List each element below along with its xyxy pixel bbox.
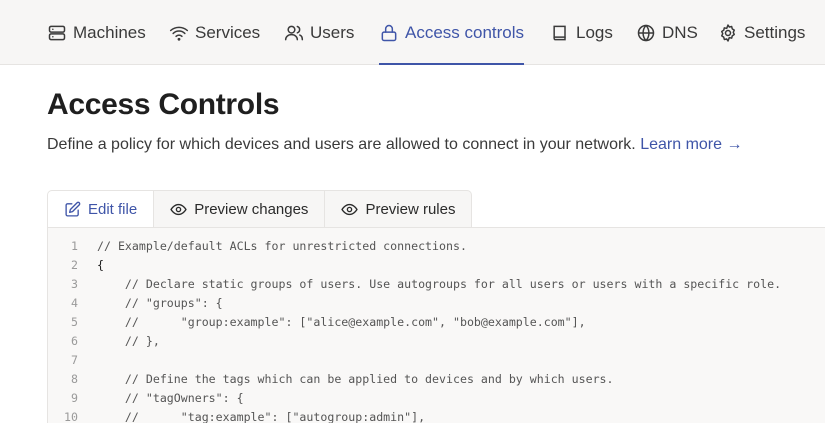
edit-icon xyxy=(65,201,81,217)
code-text: // "tag:example": ["autogroup:admin"], xyxy=(97,409,426,423)
line-number: 1 xyxy=(71,238,78,253)
code-text: // Declare static groups of users. Use a… xyxy=(97,276,782,291)
code-line: 9 // "tagOwners": { xyxy=(48,388,244,407)
globe-icon xyxy=(637,23,655,42)
learn-more-link[interactable]: Learn more → xyxy=(640,136,742,153)
tab-preview-changes[interactable]: Preview changes xyxy=(154,190,326,228)
code-line: 8 // Define the tags which can be applie… xyxy=(48,369,614,388)
code-line: 1 // Example/default ACLs for unrestricte… xyxy=(48,236,467,255)
code-line: 6 // }, xyxy=(48,331,160,350)
nav-logs-label: Logs xyxy=(576,22,613,42)
users-icon xyxy=(284,25,304,40)
book-icon xyxy=(553,25,566,40)
code-text: { xyxy=(97,257,104,272)
nav-machines[interactable]: Machines xyxy=(47,0,146,65)
nav-users[interactable]: Users xyxy=(284,0,354,65)
code-text: // }, xyxy=(97,333,160,348)
nav-logs[interactable]: Logs xyxy=(550,0,613,65)
code-text: // "group:example": ["alice@example.com"… xyxy=(97,314,586,329)
code-text: // "groups": { xyxy=(97,295,223,310)
code-text: // Example/default ACLs for unrestricted… xyxy=(97,238,467,253)
code-line: 7 xyxy=(48,350,78,369)
nav-access-controls-label: Access controls xyxy=(405,22,525,42)
line-number: 4 xyxy=(71,295,78,310)
line-number: 10 xyxy=(64,409,78,423)
server-icon xyxy=(48,25,66,40)
nav-services-label: Services xyxy=(195,22,261,42)
eye-icon xyxy=(341,203,359,215)
top-nav: Machines Services Users Access controls … xyxy=(0,0,825,65)
line-number: 2 xyxy=(71,257,78,272)
tab-preview-changes-label: Preview changes xyxy=(194,200,309,218)
code-text: // Define the tags which can be applied … xyxy=(97,371,614,386)
nav-dns[interactable]: DNS xyxy=(636,0,698,65)
code-line: 5 // "group:example": ["alice@example.co… xyxy=(48,312,586,331)
code-line: 3 // Declare static groups of users. Use… xyxy=(48,274,781,293)
code-line: 10 // "tag:example": ["autogroup:admin"]… xyxy=(48,407,425,423)
code-text: // "tagOwners": { xyxy=(97,390,244,405)
nav-users-label: Users xyxy=(310,22,355,42)
line-number: 7 xyxy=(71,352,78,367)
tab-preview-rules-label: Preview rules xyxy=(365,200,456,218)
code-line: 2{ xyxy=(48,255,104,274)
wifi-icon xyxy=(169,26,189,41)
line-number: 8 xyxy=(71,371,78,386)
lock-icon xyxy=(381,24,397,41)
tab-edit-file[interactable]: Edit file xyxy=(47,190,155,228)
tab-edit-file-label: Edit file xyxy=(88,200,138,218)
line-number: 5 xyxy=(71,314,78,329)
line-number: 9 xyxy=(71,390,78,405)
tab-preview-rules[interactable]: Preview rules xyxy=(325,190,473,228)
line-number: 3 xyxy=(71,276,78,291)
eye-icon xyxy=(170,203,187,215)
nav-settings-label: Settings xyxy=(744,22,806,42)
editor-tabs: Edit file Preview changes Preview rules xyxy=(47,190,473,228)
nav-access-controls[interactable]: Access controls xyxy=(379,0,525,65)
gear-icon xyxy=(721,23,735,42)
nav-dns-label: DNS xyxy=(662,22,698,42)
page-title: Access Controls xyxy=(47,88,280,121)
page-subtitle: Define a policy for which devices and us… xyxy=(47,136,742,154)
nav-settings[interactable]: Settings xyxy=(718,0,805,65)
code-line: 4 // "groups": { xyxy=(48,293,223,312)
line-number: 6 xyxy=(71,333,78,348)
subtitle-text: Define a policy for which devices and us… xyxy=(47,136,636,153)
code-editor[interactable]: 1 // Example/default ACLs for unrestricte… xyxy=(47,227,825,423)
nav-machines-label: Machines xyxy=(73,22,146,42)
nav-services[interactable]: Services xyxy=(169,0,260,65)
